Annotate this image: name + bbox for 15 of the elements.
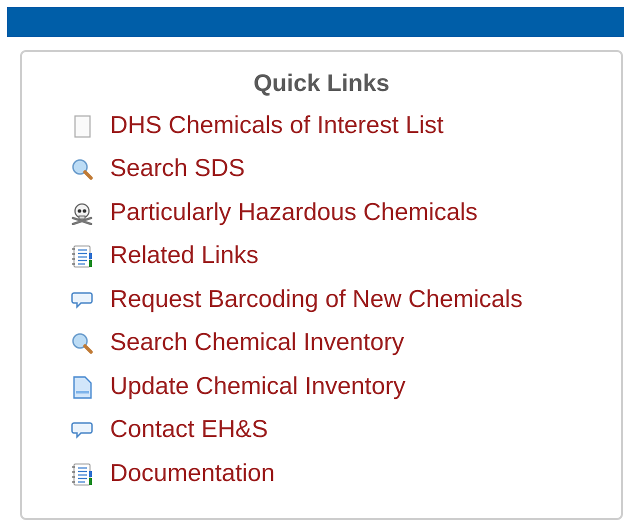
quick-link[interactable]: DHS Chemicals of Interest List bbox=[110, 110, 444, 141]
quick-link[interactable]: Contact EH&S bbox=[110, 415, 268, 446]
quick-link[interactable]: Search SDS bbox=[110, 154, 245, 184]
search-icon bbox=[70, 331, 94, 356]
notebook-icon bbox=[70, 462, 94, 486]
skull-icon bbox=[70, 200, 94, 225]
quick-link[interactable]: Request Barcoding of New Chemicals bbox=[110, 284, 523, 315]
panel-title: Quick Links bbox=[252, 70, 391, 98]
quick-link[interactable]: Search Chemical Inventory bbox=[110, 328, 404, 358]
quick-link[interactable]: Particularly Hazardous Chemicals bbox=[110, 198, 478, 228]
quick-link[interactable]: Update Chemical Inventory bbox=[110, 372, 406, 402]
quick-link[interactable]: Documentation bbox=[110, 458, 275, 489]
notebook-icon bbox=[70, 244, 94, 268]
search-icon bbox=[70, 157, 94, 182]
quick-link[interactable]: Related Links bbox=[110, 241, 258, 272]
